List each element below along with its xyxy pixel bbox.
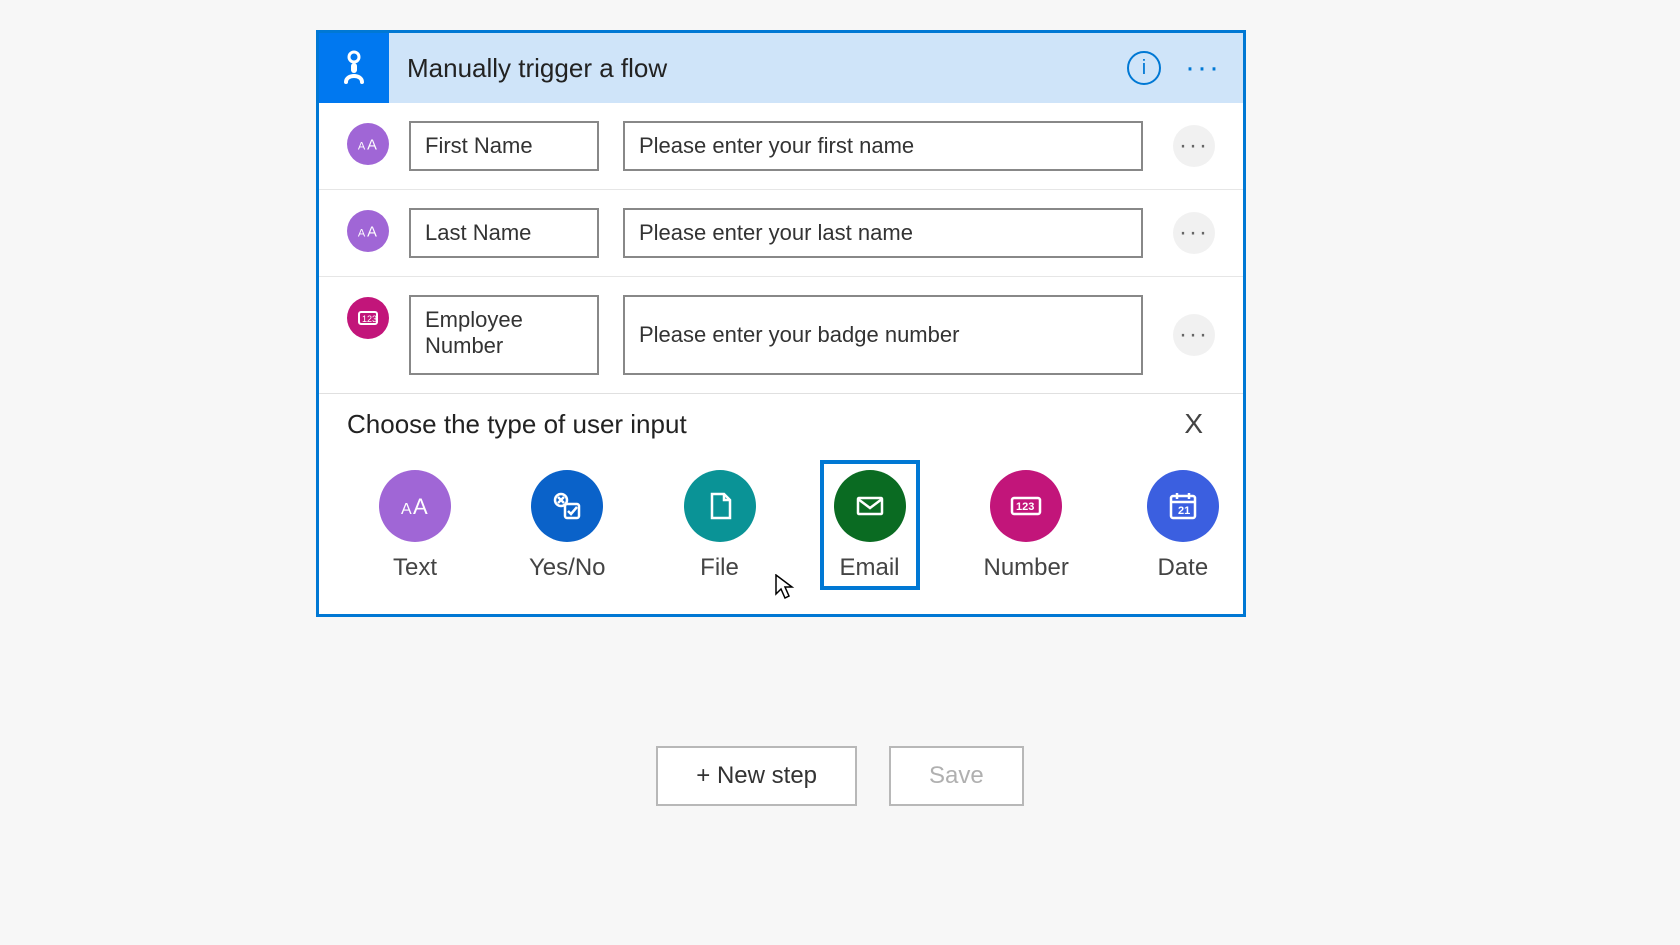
flow-designer-canvas: Manually trigger a flow i ··· AA ··· AA — [0, 0, 1680, 945]
trigger-card: Manually trigger a flow i ··· AA ··· AA — [316, 30, 1246, 617]
number-type-icon: 123 — [347, 297, 389, 339]
input-name-field[interactable] — [409, 121, 599, 171]
input-row-employee-number: 123 Employee Number ··· — [319, 277, 1243, 393]
trigger-icon — [319, 33, 389, 103]
type-option-yesno[interactable]: Yes/No — [515, 460, 620, 590]
svg-text:A: A — [367, 138, 377, 154]
svg-text:A: A — [401, 501, 412, 518]
svg-text:123: 123 — [1016, 501, 1034, 513]
input-name-field[interactable] — [409, 208, 599, 258]
input-row-more-icon[interactable]: ··· — [1173, 125, 1215, 167]
svg-text:A: A — [367, 225, 377, 241]
input-prompt-field[interactable] — [623, 208, 1143, 258]
text-type-icon: AA — [347, 210, 389, 252]
trigger-more-icon[interactable]: ··· — [1185, 53, 1221, 83]
trigger-inputs: AA ··· AA ··· 123 Employee Number — [319, 103, 1243, 393]
type-label: Date — [1158, 554, 1209, 582]
svg-text:21: 21 — [1178, 505, 1190, 517]
input-prompt-field[interactable] — [623, 295, 1143, 375]
input-name-field[interactable]: Employee Number — [409, 295, 599, 375]
close-icon[interactable]: X — [1172, 408, 1215, 440]
type-option-file[interactable]: File — [670, 460, 770, 590]
input-row-last-name: AA ··· — [319, 190, 1243, 277]
number-icon: 123 — [990, 470, 1062, 542]
input-type-chooser: Choose the type of user input X AA Text — [319, 393, 1243, 614]
type-label: Number — [984, 554, 1069, 582]
info-icon[interactable]: i — [1127, 51, 1161, 85]
type-label: File — [700, 554, 739, 582]
input-row-first-name: AA ··· — [319, 103, 1243, 190]
type-option-number[interactable]: 123 Number — [970, 460, 1083, 590]
type-label: Yes/No — [529, 554, 606, 582]
type-label: Text — [393, 554, 437, 582]
email-icon — [834, 470, 906, 542]
text-icon: AA — [379, 470, 451, 542]
trigger-header[interactable]: Manually trigger a flow i ··· — [319, 33, 1243, 103]
chooser-title: Choose the type of user input — [347, 409, 687, 440]
footer-actions: + New step Save — [0, 746, 1680, 806]
input-prompt-field[interactable] — [623, 121, 1143, 171]
yesno-icon — [531, 470, 603, 542]
svg-text:123: 123 — [362, 314, 377, 324]
type-option-date[interactable]: 21 Date — [1133, 460, 1233, 590]
svg-text:A: A — [413, 494, 428, 519]
input-row-more-icon[interactable]: ··· — [1173, 212, 1215, 254]
type-label: Email — [839, 554, 899, 582]
svg-text:A: A — [358, 228, 366, 240]
svg-text:A: A — [358, 141, 366, 153]
type-option-email[interactable]: Email — [820, 460, 920, 590]
date-icon: 21 — [1147, 470, 1219, 542]
trigger-title: Manually trigger a flow — [389, 53, 1127, 84]
file-icon — [684, 470, 756, 542]
text-type-icon: AA — [347, 123, 389, 165]
input-row-more-icon[interactable]: ··· — [1173, 314, 1215, 356]
save-button[interactable]: Save — [889, 746, 1024, 806]
new-step-button[interactable]: + New step — [656, 746, 857, 806]
type-option-text[interactable]: AA Text — [365, 460, 465, 590]
